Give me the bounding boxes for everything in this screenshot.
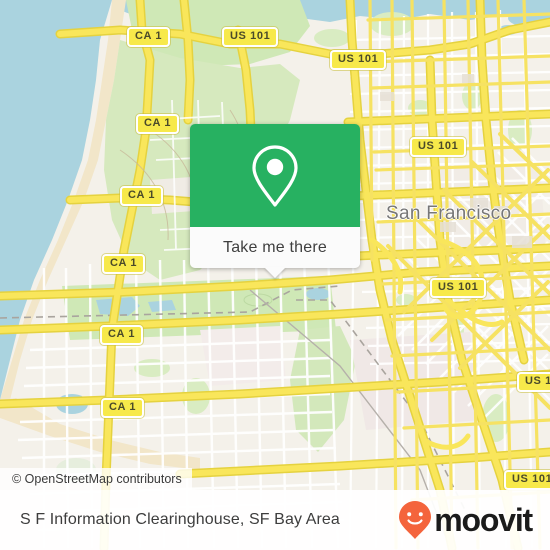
highway-shield: US 101 [410, 137, 467, 157]
take-me-there-label: Take me there [223, 238, 327, 256]
map-attribution[interactable]: © OpenStreetMap contributors [0, 468, 192, 490]
highway-shield: CA 1 [136, 114, 180, 134]
map-pin-icon [252, 144, 298, 207]
highway-shield: US 101 [222, 27, 279, 47]
poi-popup-action[interactable]: Take me there [190, 227, 360, 278]
highway-shield: CA 1 [127, 27, 171, 47]
map-screenshot: San Francisco CA 1 US 101 US 101 CA 1 US 101… [0, 0, 550, 550]
moovit-branding[interactable]: moovit [398, 500, 550, 540]
highway-shield: CA 1 [102, 254, 146, 274]
highway-shield: US 101 [430, 278, 487, 298]
highway-shield: CA 1 [120, 186, 164, 206]
highway-shield: US 101 [330, 50, 387, 70]
moovit-wordmark: moovit [434, 502, 533, 538]
poi-popup-card[interactable]: Take me there [190, 124, 360, 278]
highway-shield: CA 1 [100, 325, 144, 345]
moovit-smiley-pin-icon [399, 501, 432, 539]
bottom-bar: S F Information Clearinghouse, SF Bay Ar… [0, 490, 550, 550]
highway-shield: CA 1 [101, 398, 145, 418]
highway-shield: US 101 [517, 372, 550, 392]
highway-shield: US 101 [504, 470, 550, 490]
poi-popup-image [190, 124, 360, 227]
popup-tail [264, 267, 286, 278]
poi-title: S F Information Clearinghouse, SF Bay Ar… [20, 511, 340, 528]
city-label-san-francisco: San Francisco [386, 203, 512, 224]
